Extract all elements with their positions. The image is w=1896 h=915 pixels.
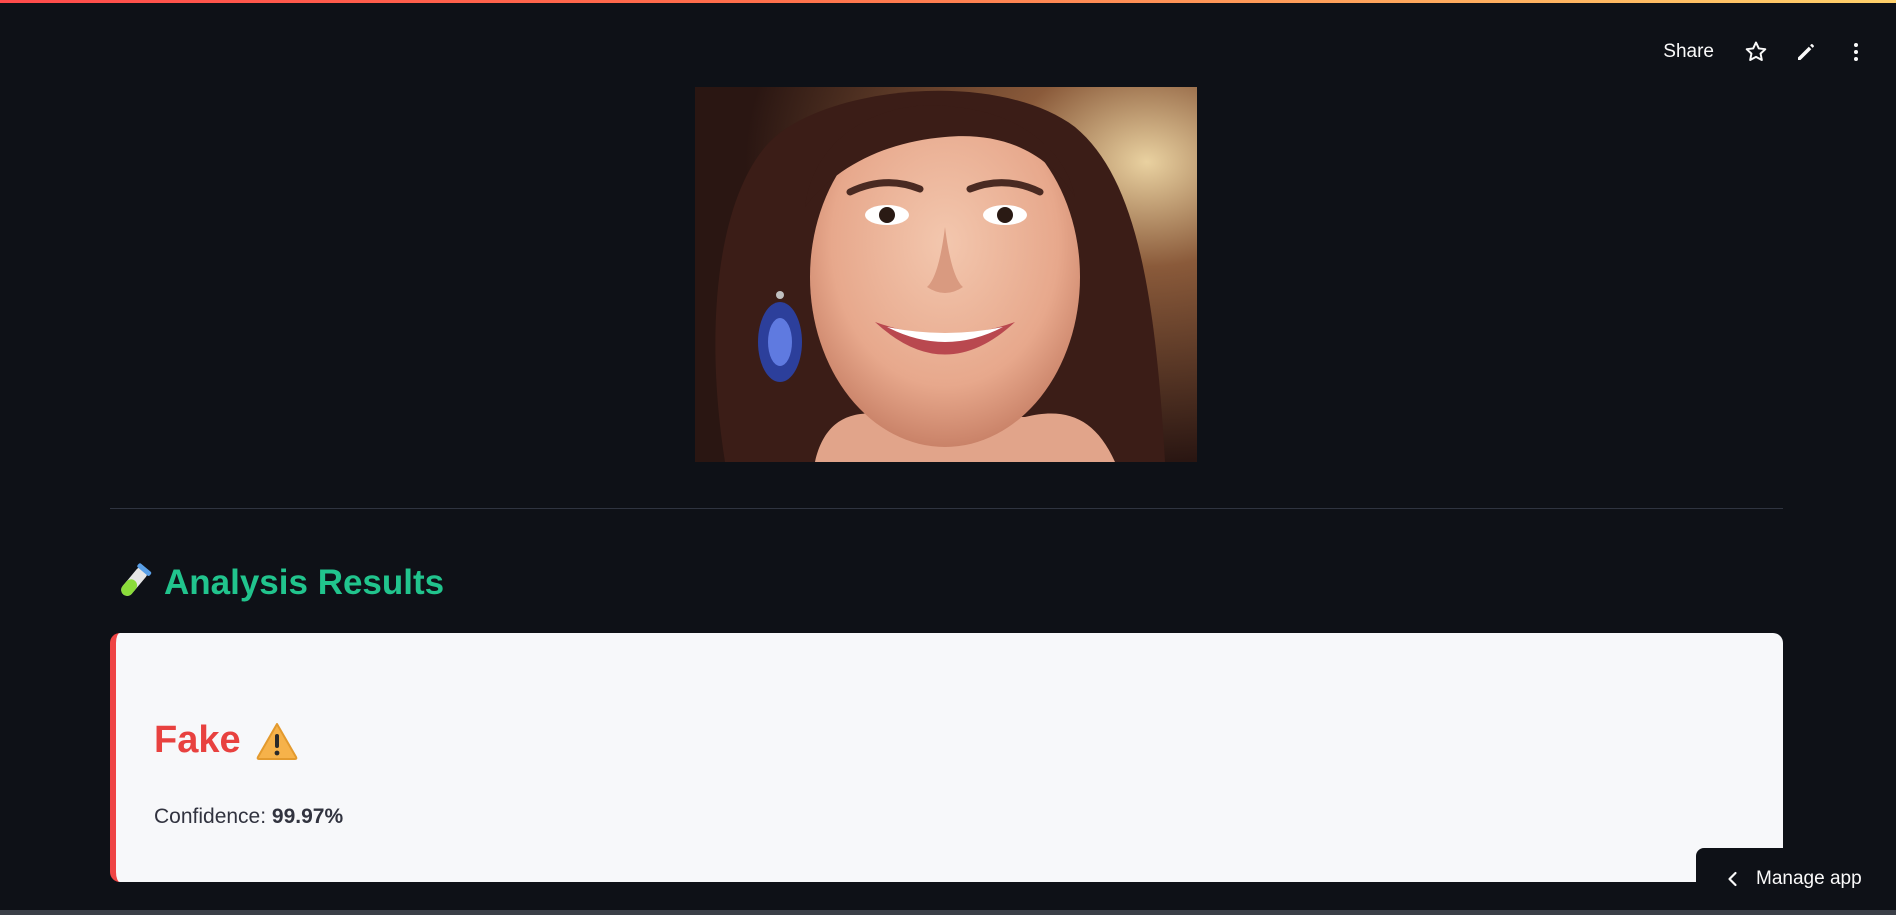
confidence-value: 99.97% (271, 805, 344, 828)
results-title: Analysis Results (164, 563, 445, 602)
verdict-label: Fake (154, 719, 241, 761)
analysis-results-heading: Analysis Results (112, 562, 444, 604)
face-photo-illustration (695, 87, 1197, 462)
result-card: Fake Confidence: 99.97% (110, 633, 1783, 882)
window-bottom-edge (0, 910, 1896, 915)
test-tube-icon (121, 563, 152, 596)
section-divider (110, 508, 1783, 509)
confidence-label: Confidence: (154, 805, 267, 828)
more-vert-icon (1854, 43, 1858, 61)
manage-app-button[interactable]: Manage app (1696, 848, 1896, 910)
warning-icon (256, 722, 297, 760)
manage-app-label: Manage app (1756, 868, 1862, 889)
verdict: Fake (154, 719, 299, 762)
favorite-button[interactable] (1738, 36, 1774, 68)
app-toolbar: Share (1653, 36, 1874, 68)
pencil-icon (1798, 44, 1814, 60)
star-icon (1745, 41, 1767, 61)
chevron-left-icon (1728, 871, 1737, 887)
top-decoration-bar (0, 0, 1896, 3)
share-button[interactable]: Share (1653, 37, 1724, 67)
main-menu-button[interactable] (1838, 36, 1874, 68)
confidence-line: Confidence: 99.97% (154, 805, 343, 829)
edit-button[interactable] (1788, 36, 1824, 68)
uploaded-face-photo (695, 87, 1197, 462)
